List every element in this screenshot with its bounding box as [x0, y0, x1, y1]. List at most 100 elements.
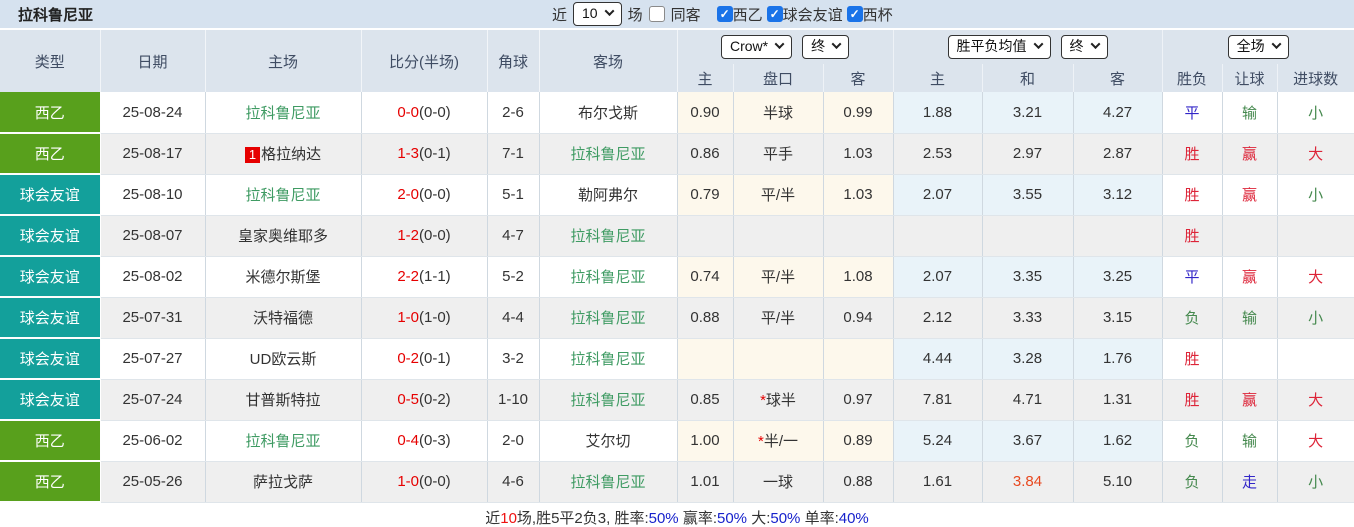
avg-away [1073, 215, 1163, 257]
match-count-select[interactable]: 10 [573, 1, 622, 27]
avg-away: 3.15 [1073, 297, 1163, 339]
avg-away: 1.76 [1073, 338, 1163, 380]
avg-away: 1.31 [1073, 379, 1163, 421]
match-type-badge: 球会友谊 [0, 379, 101, 421]
result-wdl: 负 [1162, 420, 1223, 462]
result-wdl: 胜 [1162, 215, 1223, 257]
corner-score: 7-1 [487, 133, 540, 175]
col-header-away: 客场 [539, 30, 678, 92]
subcol-odds-line: 盘口 [733, 64, 824, 92]
table-header: 类型 日期 主场 比分(半场) 角球 客场 Crow* 终 胜平负均值 终 全场… [0, 30, 1354, 92]
corner-score: 4-7 [487, 215, 540, 257]
match-date: 25-05-26 [100, 461, 206, 503]
summary-segment: 赢率: [678, 510, 717, 527]
odds-handicap-line [733, 338, 824, 380]
result-goals: 大 [1277, 256, 1354, 298]
result-goals [1277, 215, 1354, 257]
match-type-badge: 西乙 [0, 133, 101, 175]
result-handicap: 输 [1222, 420, 1278, 462]
result-goals: 小 [1277, 174, 1354, 216]
summary-segment: 场,胜5平2负3, 胜率: [516, 510, 649, 527]
odds-time-select[interactable]: 终 [802, 34, 850, 60]
subcol-avg-draw: 和 [982, 64, 1074, 92]
result-handicap: 走 [1222, 461, 1278, 503]
match-type-badge: 球会友谊 [0, 256, 101, 298]
odds-home: 1.00 [677, 420, 734, 462]
result-handicap: 赢 [1222, 256, 1278, 298]
avg-draw: 4.71 [982, 379, 1074, 421]
scope-dropdown-group: 全场 [1162, 30, 1354, 64]
avg-home: 1.88 [893, 92, 983, 134]
score-cell: 0-2(0-1) [361, 338, 488, 380]
odds-away [823, 215, 894, 257]
summary-bar: 近10场,胜5平2负3, 胜率:50% 赢率:50% 大:50% 单率:40% [0, 503, 1354, 527]
odds-away: 0.94 [823, 297, 894, 339]
away-team: 拉科鲁尼亚 [539, 133, 678, 175]
match-type-badge: 球会友谊 [0, 297, 101, 339]
result-wdl: 负 [1162, 297, 1223, 339]
col-header-home: 主场 [205, 30, 362, 92]
score-cell: 0-5(0-2) [361, 379, 488, 421]
result-wdl: 胜 [1162, 338, 1223, 380]
filter-checkbox[interactable]: ✓ [716, 6, 733, 22]
avg-away: 1.62 [1073, 420, 1163, 462]
match-count-value: 10 [582, 4, 598, 21]
subcol-odds-away: 客 [823, 64, 894, 92]
home-team: 甘普斯特拉 [205, 379, 362, 421]
avg-time-select[interactable]: 终 [1060, 34, 1108, 60]
subcol-result-wdl: 胜负 [1162, 64, 1223, 92]
match-date: 25-08-02 [100, 256, 206, 298]
result-goals: 大 [1277, 420, 1354, 462]
odds-handicap-line: 平/半 [733, 174, 824, 216]
col-header-type: 类型 [0, 30, 101, 92]
chevron-down-icon [831, 39, 842, 50]
summary-segment: 50% [648, 510, 679, 527]
avg-draw: 3.21 [982, 92, 1074, 134]
top-bar: 拉科鲁尼亚 近 10 场 同客 ✓ 西乙 ✓ 球会友谊 ✓ 西杯 [0, 0, 1354, 30]
home-team: 米德尔斯堡 [205, 256, 362, 298]
odds-provider-value: Crow* [729, 37, 769, 54]
home-team: 拉科鲁尼亚 [205, 420, 362, 462]
corner-score: 5-1 [487, 174, 540, 216]
odds-away: 1.03 [823, 133, 894, 175]
match-date: 25-08-07 [100, 215, 206, 257]
odds-away: 1.03 [823, 174, 894, 216]
match-row: 西乙 25-08-24 拉科鲁尼亚 0-0(0-0) 2-6 布尔戈斯 0.90 半球 0.99… [0, 92, 1354, 134]
result-handicap [1222, 215, 1278, 257]
corner-score: 4-4 [487, 297, 540, 339]
away-team: 艾尔切 [539, 420, 678, 462]
avg-provider-select[interactable]: 胜平负均值 [947, 34, 1051, 60]
match-type-badge: 球会友谊 [0, 338, 101, 380]
subcol-avg-home: 主 [893, 64, 983, 92]
match-row: 西乙 25-08-17 1 格拉纳达 1-3(0-1) 7-1 拉科鲁尼亚 0.86 平手 1.0… [0, 133, 1354, 175]
odds-home: 0.74 [677, 256, 734, 298]
result-handicap: 赢 [1222, 133, 1278, 175]
filter-checkbox[interactable]: ✓ [846, 6, 863, 22]
avg-home: 2.12 [893, 297, 983, 339]
scope-select[interactable]: 全场 [1227, 34, 1289, 60]
avg-provider-value: 胜平负均值 [956, 37, 1027, 54]
odds-provider-select[interactable]: Crow* [720, 34, 793, 60]
avg-home [893, 215, 983, 257]
home-team: UD欧云斯 [205, 338, 362, 380]
odds-handicap-line: *半/一 [733, 420, 824, 462]
score-cell: 0-4(0-3) [361, 420, 488, 462]
corner-score: 1-10 [487, 379, 540, 421]
result-wdl: 胜 [1162, 133, 1223, 175]
filter-item-2: ✓ 西杯 [846, 4, 893, 25]
summary-segment: 50% [717, 510, 748, 527]
avg-home: 2.53 [893, 133, 983, 175]
summary-segment: 大: [747, 510, 771, 527]
result-goals: 小 [1277, 461, 1354, 503]
result-wdl: 负 [1162, 461, 1223, 503]
avg-dropdown-group: 胜平负均值 终 [893, 30, 1163, 64]
score-cell: 2-2(1-1) [361, 256, 488, 298]
filter-item-1: ✓ 球会友谊 [766, 4, 843, 25]
chevron-down-icon [1090, 39, 1100, 50]
col-header-score: 比分(半场) [361, 30, 488, 92]
odds-handicap-line [733, 215, 824, 257]
filter-checkbox[interactable]: ✓ [766, 6, 783, 22]
same-opponent-checkbox[interactable] [648, 6, 665, 22]
away-team: 布尔戈斯 [539, 92, 678, 134]
score-cell: 1-3(0-1) [361, 133, 488, 175]
